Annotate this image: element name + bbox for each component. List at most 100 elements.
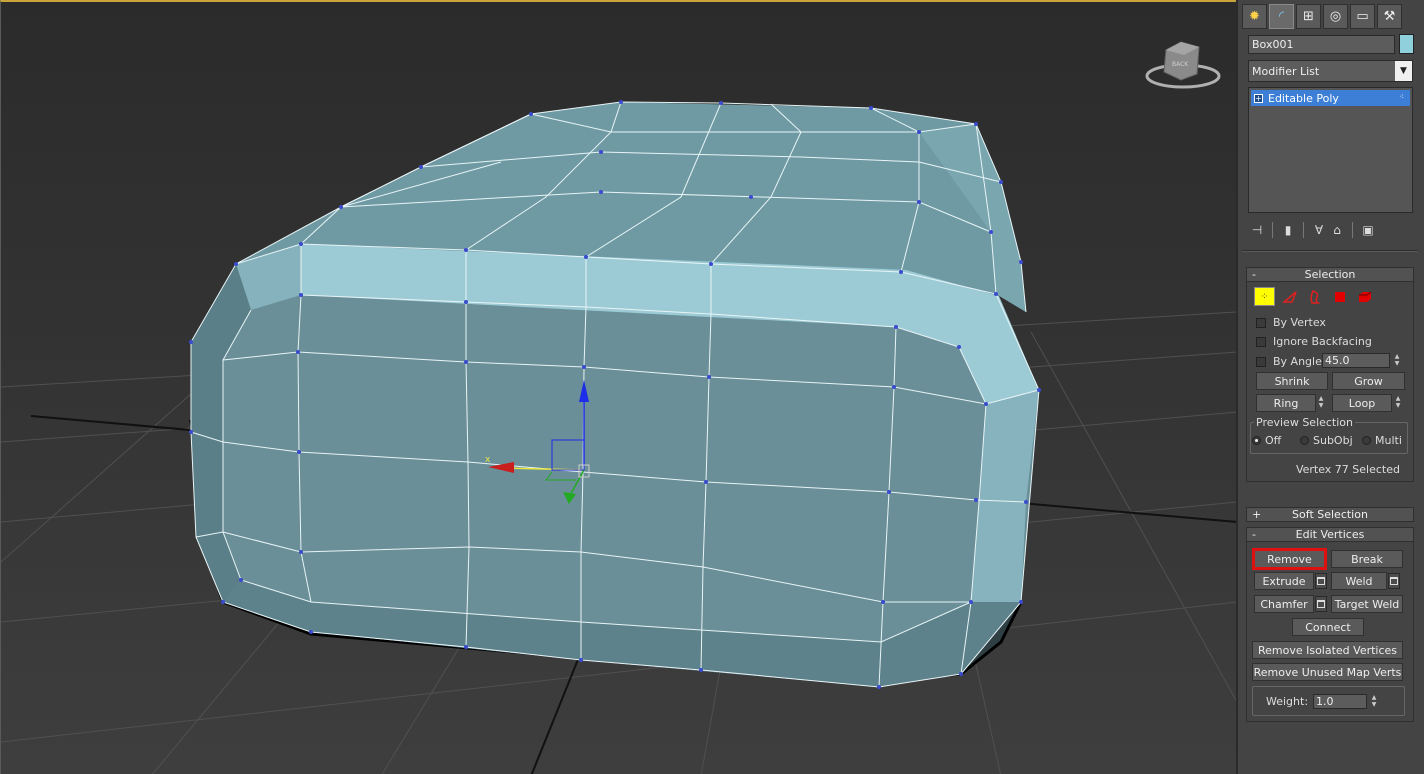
utilities-icon: ⚒ xyxy=(1383,9,1396,24)
preview-multi-label: Multi xyxy=(1375,434,1402,447)
shrink-button[interactable]: Shrink xyxy=(1256,372,1328,390)
soft-selection-rollout-header[interactable]: + Soft Selection xyxy=(1246,507,1414,522)
extrude-button[interactable]: Extrude xyxy=(1254,572,1314,590)
weld-settings-icon[interactable] xyxy=(1388,573,1400,589)
configure-modifier-sets-icon[interactable]: ▣ xyxy=(1359,221,1377,239)
stack-toolbar: ⊣ ▮ ∀ ⌂ ▣ xyxy=(1248,220,1416,240)
modifier-stack[interactable]: + Editable Poly ⁖ xyxy=(1248,87,1413,213)
checkbox-box[interactable] xyxy=(1256,317,1266,328)
display-tab[interactable]: ▭ xyxy=(1350,4,1375,29)
selection-rollout-header[interactable]: - Selection xyxy=(1246,267,1414,282)
chamfer-button[interactable]: Chamfer xyxy=(1254,595,1314,613)
radio-dot[interactable] xyxy=(1252,436,1261,445)
by-angle-label: By Angle: xyxy=(1273,355,1326,368)
ring-spinner-icon[interactable]: ▲ ▼ xyxy=(1316,395,1326,410)
show-end-result-icon[interactable]: ▮ xyxy=(1279,221,1297,239)
utilities-tab[interactable]: ⚒ xyxy=(1377,4,1402,29)
by-vertex-checkbox[interactable]: By Vertex xyxy=(1256,316,1326,329)
edge-level-icon[interactable] xyxy=(1279,287,1300,306)
remove-isolated-vertices-button[interactable]: Remove Isolated Vertices xyxy=(1252,641,1403,659)
weld-button[interactable]: Weld xyxy=(1331,572,1387,590)
preview-subobj-radio[interactable]: SubObj xyxy=(1300,434,1353,447)
subobject-level-icons: ⁘ xyxy=(1254,287,1375,306)
stack-item-editable-poly[interactable]: + Editable Poly ⁖ xyxy=(1251,90,1410,106)
remove-modifier-icon[interactable]: ⌂ xyxy=(1328,221,1346,239)
radio-dot[interactable] xyxy=(1300,436,1309,445)
by-angle-checkbox[interactable]: By Angle: xyxy=(1256,355,1326,368)
by-vertex-label: By Vertex xyxy=(1273,316,1326,329)
vertex-level-icon[interactable]: ⁘ xyxy=(1254,287,1275,306)
expand-icon[interactable]: + xyxy=(1254,93,1263,103)
preview-off-label: Off xyxy=(1265,434,1282,447)
ignore-backfacing-checkbox[interactable]: Ignore Backfacing xyxy=(1256,335,1372,348)
connect-button[interactable]: Connect xyxy=(1292,618,1364,636)
preview-subobj-label: SubObj xyxy=(1313,434,1353,447)
remove-unused-map-verts-button[interactable]: Remove Unused Map Verts xyxy=(1252,663,1403,681)
stack-item-label: Editable Poly xyxy=(1268,91,1339,105)
radio-dot[interactable] xyxy=(1362,436,1371,445)
preview-off-radio[interactable]: Off xyxy=(1252,434,1281,447)
create-icon: ✹ xyxy=(1249,9,1260,24)
weight-spinner-arrows-icon[interactable]: ▲ ▼ xyxy=(1369,694,1379,709)
chamfer-settings-icon[interactable] xyxy=(1315,596,1327,612)
viewcube-face-label: BACK xyxy=(1172,61,1189,68)
pin-stack-icon[interactable]: ⊣ xyxy=(1248,221,1266,239)
edit-vertices-title: Edit Vertices xyxy=(1295,528,1365,541)
break-button[interactable]: Break xyxy=(1331,550,1403,568)
command-panel: ✹ ◜ ⊞ ◎ ▭ ⚒ Modifier List ▼ + Editable P… xyxy=(1236,0,1424,774)
checkbox-box[interactable] xyxy=(1256,356,1266,367)
preview-selection-label: Preview Selection xyxy=(1254,416,1356,429)
weight-label: Weight: xyxy=(1266,695,1309,708)
create-tab[interactable]: ✹ xyxy=(1242,4,1267,29)
viewport-scene: x BACK xyxy=(1,41,1236,774)
polygon-icon xyxy=(1334,291,1345,302)
collapse-icon: - xyxy=(1252,268,1256,281)
toolbar-divider xyxy=(1352,222,1353,238)
hierarchy-tab[interactable]: ⊞ xyxy=(1296,4,1321,29)
toolbar-divider xyxy=(1303,222,1304,238)
remove-button[interactable]: Remove xyxy=(1252,548,1327,570)
command-panel-tabs: ✹ ◜ ⊞ ◎ ▭ ⚒ xyxy=(1242,4,1402,29)
perspective-viewport[interactable]: x BACK xyxy=(0,0,1236,774)
edit-vertices-rollout-header[interactable]: - Edit Vertices xyxy=(1246,527,1414,542)
viewcube[interactable]: BACK xyxy=(1145,41,1221,89)
preview-multi-radio[interactable]: Multi xyxy=(1362,434,1402,447)
expand-icon: + xyxy=(1252,508,1262,521)
loop-spinner-icon[interactable]: ▲ ▼ xyxy=(1393,395,1403,410)
ignore-backfacing-label: Ignore Backfacing xyxy=(1273,335,1372,348)
object-color-swatch[interactable] xyxy=(1399,34,1414,54)
modifier-list-dropdown[interactable]: Modifier List ▼ xyxy=(1248,60,1413,82)
ring-button[interactable]: Ring xyxy=(1256,394,1316,412)
angle-spinner-field[interactable]: 45.0 xyxy=(1322,353,1390,368)
make-unique-icon[interactable]: ∀ xyxy=(1310,221,1328,239)
polygon-level-icon[interactable] xyxy=(1329,287,1350,306)
gizmo-x-label: x xyxy=(485,455,491,465)
checkbox-box[interactable] xyxy=(1256,336,1266,347)
spinner-arrows-icon[interactable]: ▲ ▼ xyxy=(1392,353,1402,368)
box001-mesh[interactable] xyxy=(188,100,1041,689)
divider xyxy=(1242,250,1418,252)
motion-tab[interactable]: ◎ xyxy=(1323,4,1348,29)
border-level-icon[interactable] xyxy=(1304,287,1325,306)
collapse-icon: - xyxy=(1252,528,1256,541)
grow-button[interactable]: Grow xyxy=(1332,372,1405,390)
soft-selection-title: Soft Selection xyxy=(1292,508,1368,521)
target-weld-button[interactable]: Target Weld xyxy=(1331,595,1403,613)
object-name-field[interactable] xyxy=(1248,35,1395,54)
selection-status-text: Vertex 77 Selected xyxy=(1295,463,1400,476)
edge-icon xyxy=(1281,290,1297,303)
modify-tab[interactable]: ◜ xyxy=(1269,4,1294,29)
weight-spinner-field[interactable]: 1.0 xyxy=(1313,694,1367,709)
extrude-settings-icon[interactable] xyxy=(1315,573,1327,589)
toolbar-divider xyxy=(1272,222,1273,238)
display-icon: ▭ xyxy=(1356,9,1369,24)
vertex-subobject-icon: ⁖ xyxy=(1399,92,1405,101)
border-icon xyxy=(1309,289,1320,304)
chevron-down-icon: ▼ xyxy=(1395,61,1412,81)
motion-icon: ◎ xyxy=(1329,9,1342,24)
element-icon xyxy=(1358,291,1371,302)
hierarchy-icon: ⊞ xyxy=(1303,9,1314,24)
grid-axis-line-2 xyxy=(530,651,582,774)
loop-button[interactable]: Loop xyxy=(1332,394,1392,412)
element-level-icon[interactable] xyxy=(1354,287,1375,306)
